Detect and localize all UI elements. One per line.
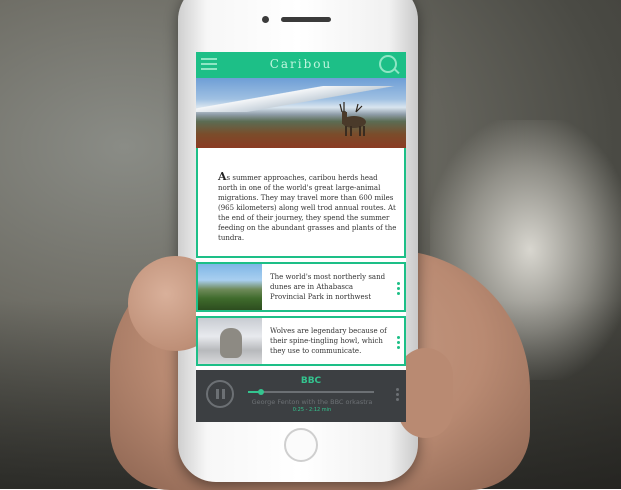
more-options-icon[interactable] [397,336,400,351]
home-button[interactable] [284,428,318,462]
phone-speaker [281,17,331,22]
app-header: Caribou [196,52,406,78]
finger [398,348,453,438]
app-screen: Caribou As summer approaches, caribou he… [196,52,406,422]
progress-knob[interactable] [257,389,264,395]
front-camera [262,16,269,23]
progress-slider[interactable] [248,389,374,395]
hamburger-menu-icon[interactable] [201,58,217,72]
hero-image [196,78,406,148]
dropcap: A [218,170,227,183]
track-title: George Fenton with the BBC orkastra [251,398,373,406]
audio-player: BBC George Fenton with the BBC orkastra … [196,370,406,422]
track-time: 0:25 - 2:12 min [292,407,332,413]
caribou-icon [339,102,366,136]
list-item-wolves[interactable]: Wolves are legendary because of their sp… [196,316,406,366]
list-item-text: The world's most northerly sand dunes ar… [270,273,386,301]
list-item-dunes[interactable]: The world's most northerly sand dunes ar… [196,262,406,312]
wolf-shape [220,328,242,358]
wolf-thumbnail [198,318,262,364]
mountain-snow [196,86,406,112]
dunes-thumbnail [198,264,262,310]
search-icon[interactable] [379,55,397,73]
article-card: As summer approaches, caribou herds head… [196,148,406,258]
more-options-icon[interactable] [397,282,400,297]
app-title: Caribou [269,57,333,71]
station-name: BBC [300,376,322,386]
list-item-text: Wolves are legendary because of their sp… [270,327,387,355]
article-body: s summer approaches, caribou herds head … [218,174,397,242]
article-text: As summer approaches, caribou herds head… [218,170,398,243]
player-options-icon[interactable] [396,388,399,403]
pause-icon[interactable] [206,380,234,408]
